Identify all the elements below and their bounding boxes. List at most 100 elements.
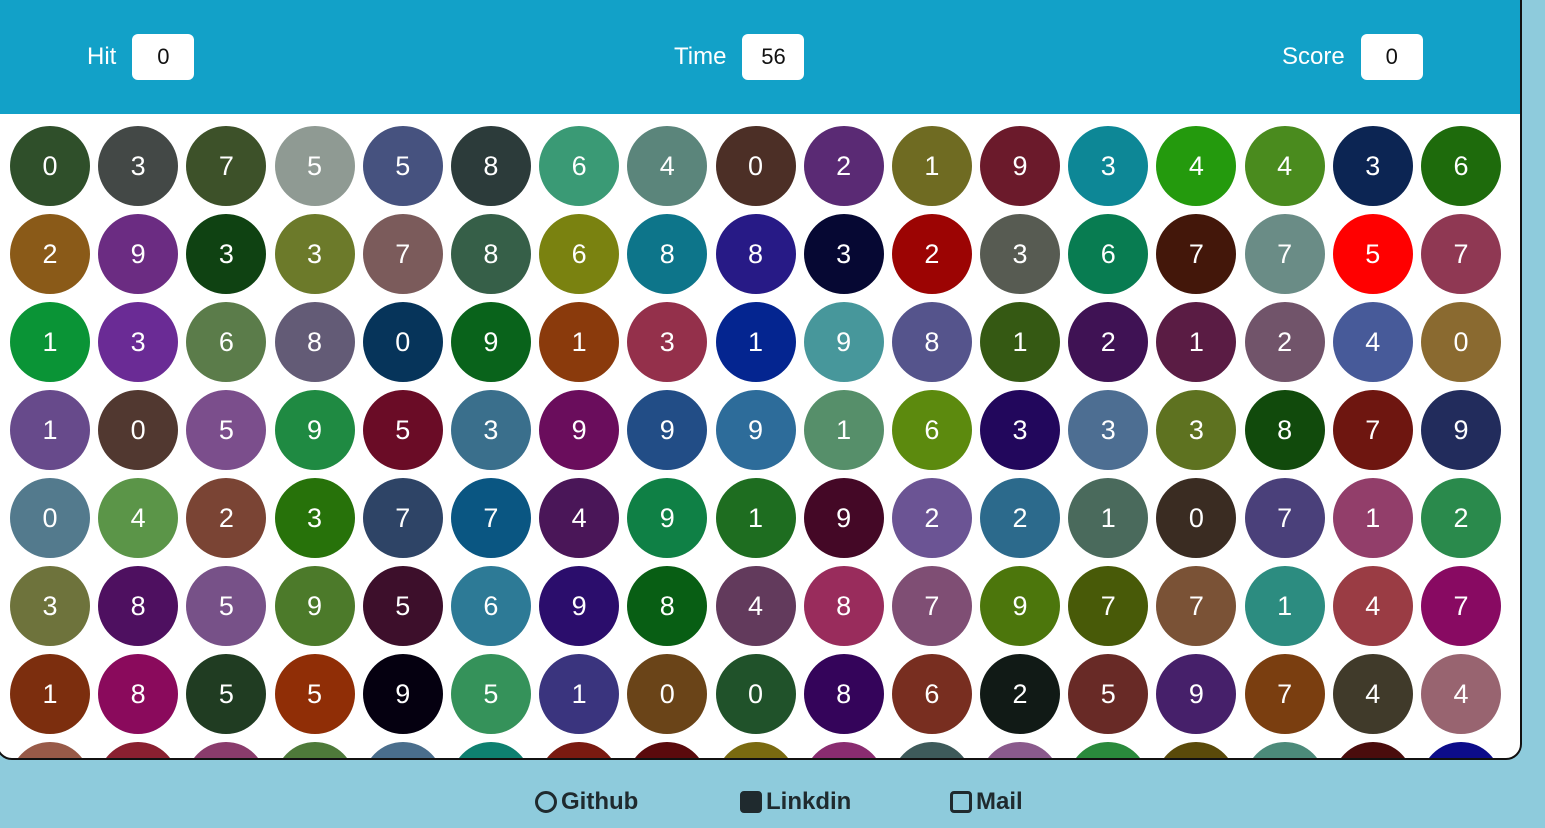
number-bubble[interactable]: 8 bbox=[627, 566, 708, 646]
number-bubble[interactable]: 9 bbox=[627, 478, 708, 558]
number-bubble[interactable]: 5 bbox=[186, 390, 267, 470]
number-bubble[interactable] bbox=[539, 742, 620, 758]
number-bubble[interactable]: 0 bbox=[715, 654, 796, 734]
number-bubble[interactable]: 5 bbox=[1332, 214, 1413, 294]
number-bubble[interactable]: 1 bbox=[10, 654, 90, 734]
number-bubble[interactable]: 3 bbox=[450, 390, 531, 470]
number-bubble[interactable]: 7 bbox=[1244, 214, 1325, 294]
number-bubble[interactable]: 3 bbox=[274, 214, 355, 294]
number-bubble[interactable]: 7 bbox=[450, 478, 531, 558]
number-bubble[interactable]: 5 bbox=[362, 126, 443, 206]
number-bubble[interactable]: 8 bbox=[803, 566, 884, 646]
number-bubble[interactable] bbox=[803, 742, 884, 758]
number-bubble[interactable]: 1 bbox=[1156, 302, 1237, 382]
number-bubble[interactable]: 3 bbox=[1332, 126, 1413, 206]
number-bubble[interactable]: 8 bbox=[627, 214, 708, 294]
number-bubble[interactable]: 7 bbox=[1421, 214, 1501, 294]
number-bubble[interactable]: 3 bbox=[98, 126, 179, 206]
number-bubble[interactable]: 1 bbox=[715, 478, 796, 558]
number-bubble[interactable]: 6 bbox=[891, 654, 972, 734]
mail-link[interactable]: Mail bbox=[950, 788, 1023, 816]
number-bubble[interactable] bbox=[186, 742, 267, 758]
number-bubble[interactable]: 5 bbox=[186, 654, 267, 734]
number-bubble[interactable] bbox=[1244, 742, 1325, 758]
number-bubble[interactable]: 4 bbox=[1332, 302, 1413, 382]
number-bubble[interactable]: 7 bbox=[1156, 214, 1237, 294]
number-bubble[interactable]: 9 bbox=[450, 302, 531, 382]
number-bubble[interactable]: 0 bbox=[362, 302, 443, 382]
number-bubble[interactable]: 9 bbox=[1156, 654, 1237, 734]
number-bubble[interactable]: 6 bbox=[186, 302, 267, 382]
number-bubble[interactable]: 8 bbox=[715, 214, 796, 294]
number-bubble[interactable]: 7 bbox=[1244, 654, 1325, 734]
number-bubble[interactable]: 3 bbox=[803, 214, 884, 294]
number-bubble[interactable]: 0 bbox=[627, 654, 708, 734]
number-bubble[interactable]: 6 bbox=[1068, 214, 1149, 294]
number-bubble[interactable]: 6 bbox=[891, 390, 972, 470]
number-bubble[interactable]: 7 bbox=[362, 214, 443, 294]
number-bubble[interactable]: 5 bbox=[450, 654, 531, 734]
number-bubble[interactable]: 0 bbox=[1421, 302, 1501, 382]
number-bubble[interactable]: 1 bbox=[891, 126, 972, 206]
number-bubble[interactable]: 8 bbox=[274, 302, 355, 382]
number-bubble[interactable]: 8 bbox=[98, 654, 179, 734]
number-bubble[interactable]: 4 bbox=[1332, 566, 1413, 646]
number-bubble[interactable]: 6 bbox=[450, 566, 531, 646]
number-bubble[interactable]: 2 bbox=[980, 654, 1061, 734]
number-bubble[interactable]: 8 bbox=[1244, 390, 1325, 470]
number-bubble[interactable]: 4 bbox=[627, 126, 708, 206]
number-bubble[interactable]: 9 bbox=[980, 566, 1061, 646]
number-bubble[interactable]: 3 bbox=[274, 478, 355, 558]
number-bubble[interactable]: 0 bbox=[10, 126, 90, 206]
number-bubble[interactable]: 5 bbox=[362, 390, 443, 470]
number-bubble[interactable]: 5 bbox=[362, 566, 443, 646]
number-bubble[interactable]: 2 bbox=[891, 478, 972, 558]
number-bubble[interactable]: 7 bbox=[891, 566, 972, 646]
number-bubble[interactable]: 1 bbox=[803, 390, 884, 470]
number-bubble[interactable]: 2 bbox=[980, 478, 1061, 558]
number-bubble[interactable]: 4 bbox=[1156, 126, 1237, 206]
number-bubble[interactable]: 7 bbox=[1332, 390, 1413, 470]
number-bubble[interactable]: 1 bbox=[539, 654, 620, 734]
number-bubble[interactable] bbox=[627, 742, 708, 758]
number-bubble[interactable] bbox=[1068, 742, 1149, 758]
number-bubble[interactable]: 6 bbox=[1421, 126, 1501, 206]
number-bubble[interactable]: 9 bbox=[980, 126, 1061, 206]
number-bubble[interactable]: 9 bbox=[627, 390, 708, 470]
github-link[interactable]: Github bbox=[535, 788, 638, 816]
number-bubble[interactable]: 2 bbox=[186, 478, 267, 558]
number-bubble[interactable]: 4 bbox=[539, 478, 620, 558]
number-bubble[interactable]: 8 bbox=[98, 566, 179, 646]
number-bubble[interactable]: 4 bbox=[98, 478, 179, 558]
number-bubble[interactable]: 5 bbox=[274, 654, 355, 734]
number-bubble[interactable]: 2 bbox=[1421, 478, 1501, 558]
number-bubble[interactable] bbox=[1421, 742, 1501, 758]
number-bubble[interactable]: 1 bbox=[539, 302, 620, 382]
number-bubble[interactable]: 8 bbox=[450, 214, 531, 294]
number-bubble[interactable]: 1 bbox=[1068, 478, 1149, 558]
number-bubble[interactable]: 6 bbox=[539, 126, 620, 206]
number-bubble[interactable]: 2 bbox=[1068, 302, 1149, 382]
number-bubble[interactable] bbox=[1156, 742, 1237, 758]
number-bubble[interactable]: 3 bbox=[980, 390, 1061, 470]
number-bubble[interactable] bbox=[362, 742, 443, 758]
number-bubble[interactable] bbox=[891, 742, 972, 758]
number-bubble[interactable]: 1 bbox=[10, 302, 90, 382]
number-bubble[interactable]: 0 bbox=[1156, 478, 1237, 558]
number-bubble[interactable] bbox=[98, 742, 179, 758]
number-bubble[interactable]: 7 bbox=[362, 478, 443, 558]
number-bubble[interactable]: 2 bbox=[10, 214, 90, 294]
number-bubble[interactable]: 2 bbox=[803, 126, 884, 206]
number-bubble[interactable]: 7 bbox=[1421, 566, 1501, 646]
number-bubble[interactable]: 1 bbox=[980, 302, 1061, 382]
number-bubble[interactable]: 9 bbox=[715, 390, 796, 470]
number-bubble[interactable]: 9 bbox=[539, 566, 620, 646]
number-bubble[interactable]: 5 bbox=[274, 126, 355, 206]
number-bubble[interactable]: 4 bbox=[1421, 654, 1501, 734]
number-bubble[interactable] bbox=[450, 742, 531, 758]
number-bubble[interactable]: 3 bbox=[1156, 390, 1237, 470]
number-bubble[interactable]: 8 bbox=[891, 302, 972, 382]
number-bubble[interactable]: 1 bbox=[1244, 566, 1325, 646]
number-bubble[interactable] bbox=[715, 742, 796, 758]
number-bubble[interactable]: 9 bbox=[274, 390, 355, 470]
